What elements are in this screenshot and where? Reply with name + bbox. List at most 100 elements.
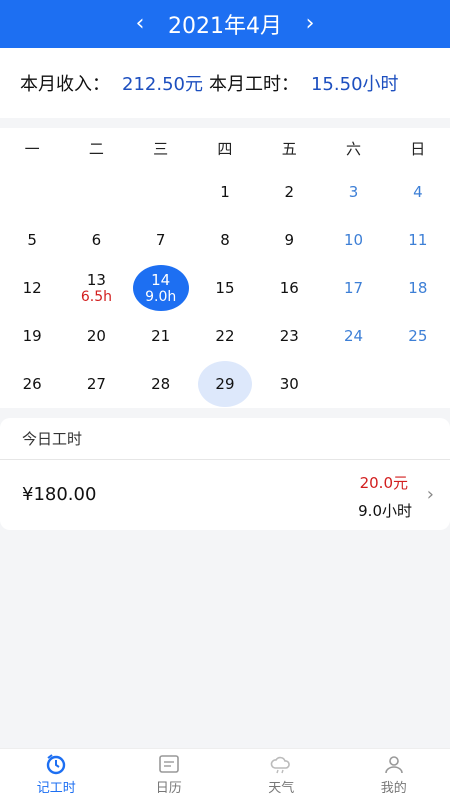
hourly-rate: 20.0元 — [359, 474, 408, 492]
tab-calendar[interactable]: 日历 — [113, 749, 226, 800]
day-number: 5 — [27, 231, 37, 249]
app-header: ‹ 2021年4月 › — [0, 0, 450, 48]
weekday-label: 日 — [410, 139, 426, 158]
day-number: 19 — [22, 327, 42, 345]
tab-label: 日历 — [155, 781, 182, 796]
calendar-day[interactable]: 30 — [257, 360, 321, 408]
calendar-day[interactable]: 21 — [129, 312, 193, 360]
calendar-day[interactable]: 5 — [0, 216, 64, 264]
calendar-day[interactable]: 1 — [193, 168, 257, 216]
day-number: 29 — [215, 375, 235, 393]
chevron-right-icon: › — [426, 484, 434, 505]
panel-title: 今日工时 — [0, 418, 450, 460]
next-month-button[interactable]: › — [290, 0, 330, 48]
calendar-day[interactable]: 6 — [64, 216, 128, 264]
bottom-tab-bar: 记工时 日历 天气 我的 — [0, 748, 450, 800]
calendar-day[interactable]: 23 — [257, 312, 321, 360]
calendar-day[interactable]: 11 — [386, 216, 450, 264]
day-number: 12 — [22, 279, 42, 297]
tab-record-hours[interactable]: 记工时 — [0, 749, 113, 800]
income-value: 212.50元 — [122, 74, 203, 95]
day-number: 6 — [91, 231, 102, 249]
calendar-day[interactable]: 29 — [193, 360, 257, 408]
day-number: 10 — [344, 231, 364, 249]
day-number: 18 — [408, 279, 428, 297]
day-number: 4 — [413, 183, 423, 201]
day-number: 17 — [344, 279, 364, 297]
calendar-day[interactable]: 15 — [193, 264, 257, 312]
weekday-label: 四 — [217, 139, 233, 158]
day-number: 27 — [86, 375, 106, 393]
calendar-icon — [157, 753, 181, 775]
calendar-day[interactable]: 12 — [0, 264, 64, 312]
day-number: 23 — [279, 327, 299, 345]
weekday-label: 六 — [345, 139, 361, 158]
calendar-day[interactable]: 28 — [129, 360, 193, 408]
day-number: 14 — [151, 271, 171, 289]
calendar-day[interactable]: 14 9.0h — [129, 264, 193, 312]
tab-label: 我的 — [380, 781, 407, 796]
calendar-day[interactable]: 17 — [321, 264, 385, 312]
calendar-day[interactable]: 19 — [0, 312, 64, 360]
calendar-day[interactable]: 27 — [64, 360, 128, 408]
calendar-day[interactable]: 4 — [386, 168, 450, 216]
day-number: 21 — [151, 327, 171, 345]
day-number: 11 — [408, 231, 428, 249]
income-label: 本月收入： — [20, 74, 110, 95]
today-hours: 9.0小时 — [358, 502, 412, 520]
weekday-label: 五 — [281, 139, 297, 158]
prev-month-button[interactable]: ‹ — [120, 0, 160, 48]
calendar-day[interactable]: 20 — [64, 312, 128, 360]
user-icon — [382, 753, 406, 775]
day-number: 20 — [86, 327, 106, 345]
day-grid: 1 2 3 4 5 6 7 8 9 10 11 12 13 6.5h 14 9.0h 15 16 17 18 19 20 2… — [0, 168, 450, 408]
day-number: 8 — [220, 231, 230, 249]
day-number: 2 — [284, 183, 295, 201]
hours-label: 本月工时： — [208, 74, 299, 95]
calendar-day[interactable]: 24 — [321, 312, 385, 360]
monthly-summary: 本月收入： 212.50元 本月工时： 15.50小时 — [0, 48, 450, 118]
day-number: 3 — [348, 183, 359, 201]
tab-weather[interactable]: 天气 — [225, 749, 338, 800]
today-record-row[interactable]: ¥180.00 20.0元 9.0小时 › — [0, 460, 450, 530]
weekday-label: 一 — [24, 139, 40, 158]
clock-record-icon — [44, 753, 68, 775]
day-number: 13 — [86, 271, 106, 289]
today-amount: ¥180.00 — [22, 484, 97, 505]
calendar-day[interactable]: 13 6.5h — [64, 264, 128, 312]
weekday-label: 三 — [153, 139, 169, 158]
day-number: 22 — [215, 327, 235, 345]
day-number: 16 — [279, 279, 299, 297]
day-hours: 6.5h — [80, 289, 112, 305]
day-number: 24 — [344, 327, 364, 345]
day-number: 7 — [155, 231, 166, 249]
tab-mine[interactable]: 我的 — [338, 749, 450, 800]
calendar-day[interactable]: 18 — [386, 264, 450, 312]
calendar-day[interactable]: 3 — [321, 168, 385, 216]
calendar-day[interactable]: 16 — [257, 264, 321, 312]
day-number: 28 — [151, 375, 171, 393]
day-hours: 9.0h — [145, 289, 177, 305]
month-calendar: 一 二 三 四 五 六 日 1 2 3 4 5 6 7 8 9 10 11 12 13 6.5h 14 9.0… — [0, 128, 450, 408]
today-hours-panel: 今日工时 ¥180.00 20.0元 9.0小时 › — [0, 418, 450, 530]
tab-label: 天气 — [268, 781, 295, 796]
weekday-header: 一 二 三 四 五 六 日 — [0, 128, 450, 168]
calendar-day[interactable]: 26 — [0, 360, 64, 408]
calendar-day[interactable]: 9 — [257, 216, 321, 264]
calendar-day[interactable]: 7 — [129, 216, 193, 264]
day-number: 1 — [220, 183, 230, 201]
calendar-day[interactable]: 10 — [321, 216, 385, 264]
day-number: 25 — [408, 327, 428, 345]
tab-label: 记工时 — [36, 781, 76, 796]
calendar-day[interactable]: 25 — [386, 312, 450, 360]
month-title: 2021年4月 — [168, 14, 282, 39]
calendar-day[interactable]: 8 — [193, 216, 257, 264]
day-number: 9 — [284, 231, 295, 249]
hours-value: 15.50小时 — [310, 74, 399, 95]
calendar-day[interactable]: 22 — [193, 312, 257, 360]
weather-icon — [269, 753, 293, 775]
day-number: 26 — [22, 375, 42, 393]
day-number: 15 — [215, 279, 235, 297]
weekday-label: 二 — [88, 139, 104, 158]
calendar-day[interactable]: 2 — [257, 168, 321, 216]
